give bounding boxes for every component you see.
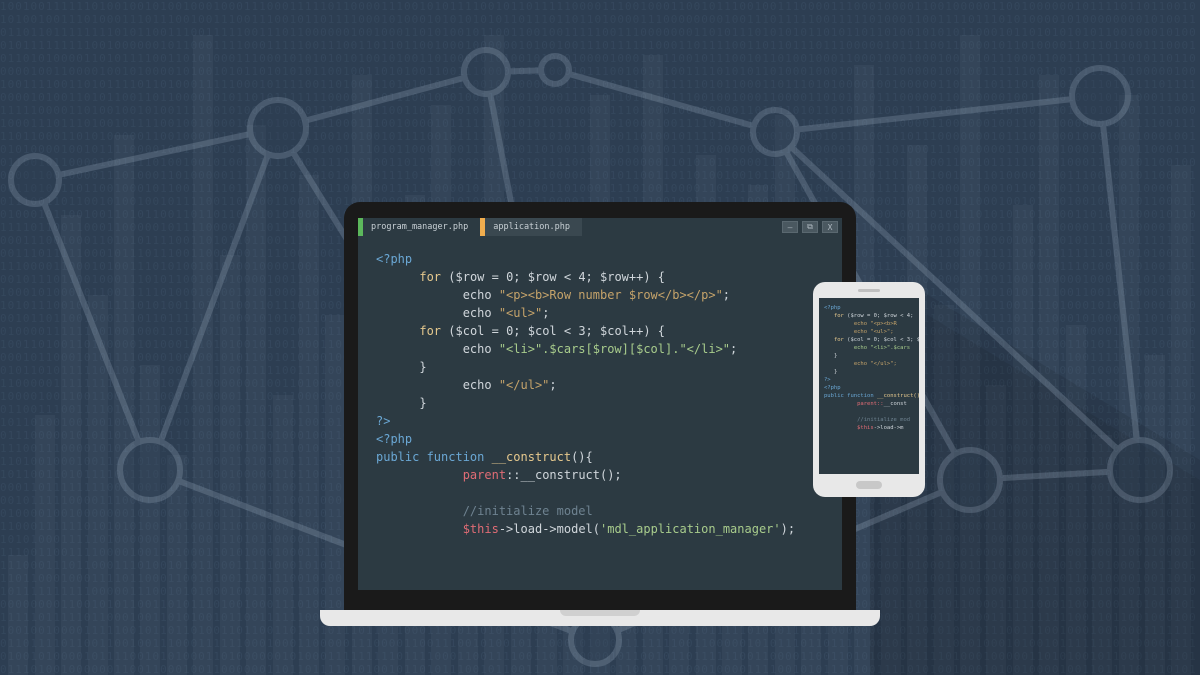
laptop-bezel: program_manager.php application.php — ⧉ … — [344, 202, 856, 610]
for-expression: ($row = 0; $row < 4; $row++) { — [448, 270, 665, 284]
editor-tabbar: program_manager.php application.php — ⧉ … — [358, 218, 842, 236]
comment: //initialize model — [463, 504, 593, 518]
tab-accent-icon — [480, 218, 485, 236]
phone-home-button[interactable] — [856, 481, 882, 489]
phone-device: <?php for ($row = 0; $row < 4; echo "<p>… — [813, 282, 925, 497]
laptop-device: program_manager.php application.php — ⧉ … — [344, 202, 856, 626]
tab-label: program_manager.php — [371, 222, 468, 232]
echo-keyword: echo — [463, 288, 499, 302]
maximize-button[interactable]: ⧉ — [802, 221, 818, 233]
close-button[interactable]: X — [822, 221, 838, 233]
minimize-button[interactable]: — — [782, 221, 798, 233]
code-editor[interactable]: <?php for ($row = 0; $row < 4; $row++) {… — [358, 236, 842, 552]
window-controls: — ⧉ X — [782, 221, 842, 233]
string-literal: "<p><b>Row number $row</b></p>" — [499, 288, 723, 302]
phone-screen[interactable]: <?php for ($row = 0; $row < 4; echo "<p>… — [819, 298, 919, 474]
laptop-base — [320, 610, 880, 626]
phone-speaker-icon — [858, 289, 880, 292]
tab-label: application.php — [493, 222, 570, 232]
tab-program-manager[interactable]: program_manager.php — [358, 218, 480, 236]
tab-application[interactable]: application.php — [480, 218, 582, 236]
php-open-tag: <?php — [376, 252, 412, 266]
tab-accent-icon — [358, 218, 363, 236]
laptop-screen: program_manager.php application.php — ⧉ … — [358, 218, 842, 590]
keyword-for: for — [419, 270, 441, 284]
